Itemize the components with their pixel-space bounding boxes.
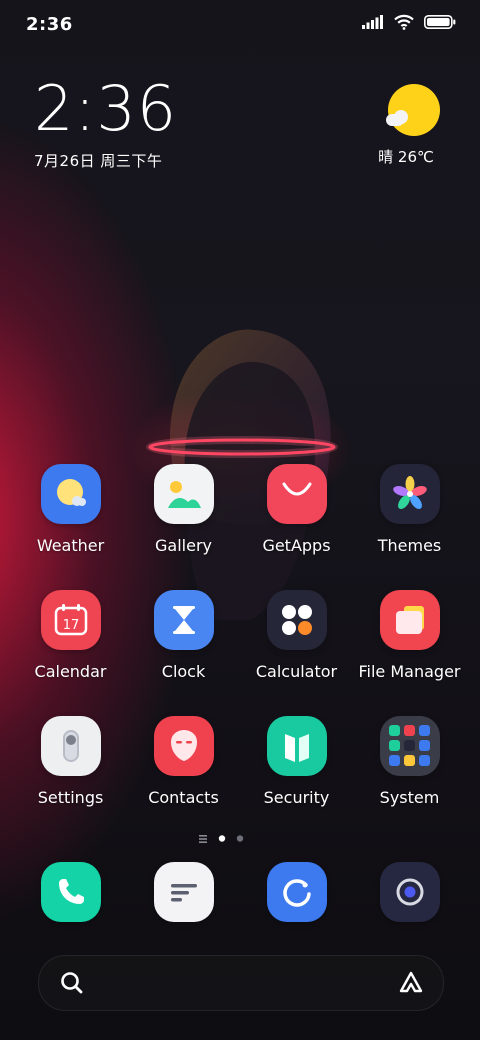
app-calendar[interactable]: 17 Calendar [14,590,127,681]
app-contacts[interactable]: Contacts [127,716,240,807]
phone-icon [40,862,101,922]
app-label: Weather [36,536,105,555]
getapps-icon [266,464,327,524]
camera-icon [379,862,440,922]
status-time: 2:36 [26,14,73,35]
contacts-icon [153,716,214,776]
app-label: Gallery [155,536,212,555]
signal-icon [362,15,383,29]
app-label: Settings [37,788,104,807]
calculator-icon [266,590,327,650]
search-icon [61,972,83,994]
app-label: Security [263,788,330,807]
status-bar: 2:36 [0,0,480,50]
app-label: Contacts [148,788,219,807]
clock-icon [153,590,214,650]
app-label: Clock [161,662,206,681]
calendar-icon: 17 [40,590,101,650]
browser-icon [266,862,327,922]
page-dot-active [218,835,226,842]
clock-widget-time: 2:36 [34,72,178,145]
app-system-folder[interactable]: System [353,716,466,807]
dock-messages[interactable] [127,862,240,922]
app-label: Calendar [34,662,107,681]
dock-phone[interactable] [14,862,127,922]
security-icon [266,716,327,776]
app-getapps[interactable]: GetApps [240,464,353,555]
battery-icon [424,15,456,29]
app-weather[interactable]: Weather [14,464,127,555]
settings-icon [40,716,101,776]
app-security[interactable]: Security [240,716,353,807]
dock-camera[interactable] [353,862,466,922]
weather-widget[interactable]: 晴 26℃ [376,84,446,167]
themes-icon [379,464,440,524]
sun-with-cloud-icon [386,84,440,136]
status-icons [362,14,456,30]
page-indicator[interactable] [0,830,480,843]
app-gallery[interactable]: Gallery [127,464,240,555]
dock-browser[interactable] [240,862,353,922]
clock-widget[interactable]: 2:36 7月26日 周三下午 [34,76,177,171]
app-label: Themes [377,536,442,555]
file-manager-icon [379,590,440,650]
weather-icon [40,464,101,524]
search-bar[interactable] [38,955,444,1011]
app-themes[interactable]: Themes [353,464,466,555]
weather-widget-text: 晴 26℃ [378,148,434,166]
app-settings[interactable]: Settings [14,716,127,807]
app-label: System [379,788,440,807]
wallpaper-figure [146,329,338,620]
app-calculator[interactable]: Calculator [240,590,353,681]
app-label: Calculator [255,662,338,681]
app-file-manager[interactable]: File Manager [353,590,466,681]
assistant-icon[interactable] [397,969,425,997]
app-label: GetApps [262,536,331,555]
calendar-day: 17 [62,618,79,633]
app-clock[interactable]: Clock [127,590,240,681]
wifi-icon [394,14,414,30]
app-label: File Manager [358,662,461,681]
gallery-icon [153,464,214,524]
messages-icon [153,862,214,922]
system-folder-icon [379,716,440,776]
feed-indicator-icon [199,835,207,837]
page-dot [236,835,244,842]
clock-widget-date: 7月26日 周三下午 [34,152,163,170]
